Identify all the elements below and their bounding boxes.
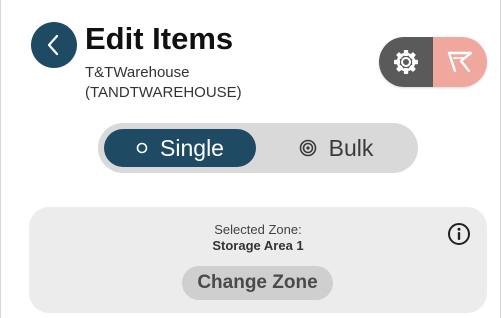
warehouse-info: T&TWarehouse (TANDTWAREHOUSE) [85,63,242,103]
settings-button[interactable] [379,37,433,87]
single-mode-label: Single [160,134,224,161]
change-zone-button[interactable]: Change Zone [182,266,333,300]
selected-zone-label: Selected Zone: [214,222,302,237]
chevron-left-icon [44,33,64,57]
bulk-mode-button[interactable]: Bulk [260,129,412,167]
bulk-mode-label: Bulk [328,134,374,161]
warehouse-name: T&TWarehouse [85,64,190,81]
target-icon [299,139,317,157]
header-actions [379,37,487,87]
zone-card: Selected Zone: Storage Area 1 Change Zon… [29,207,487,313]
mode-toggle: Single Bulk [98,123,418,173]
back-button[interactable] [31,22,77,68]
gear-icon [392,48,420,76]
edit-items-screen: Edit Items T&TWarehouse (TANDTWAREHOUSE) [0,0,501,318]
info-icon[interactable] [447,222,471,246]
warehouse-code: (TANDTWAREHOUSE) [85,84,242,101]
brand-button[interactable] [433,37,487,87]
page-title: Edit Items [85,21,234,56]
single-mode-button[interactable]: Single [104,129,256,167]
circle-icon [136,142,148,154]
selected-zone-value: Storage Area 1 [212,238,304,253]
brand-logo-icon [445,49,475,75]
